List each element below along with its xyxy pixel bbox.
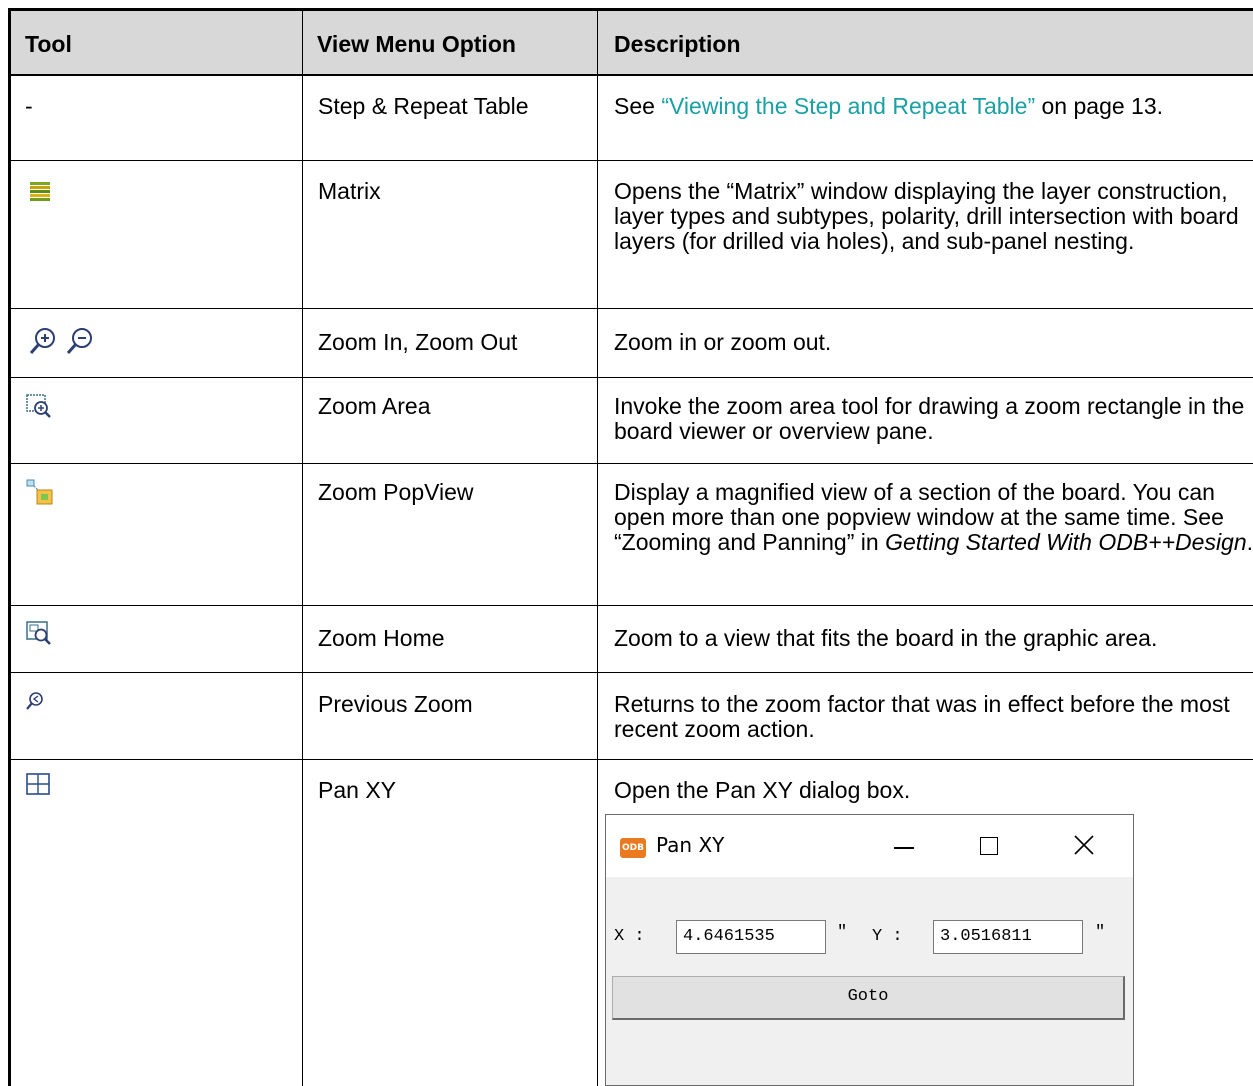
- option-zoom-popview: Zoom PopView: [318, 479, 474, 505]
- y-field[interactable]: 3.0516811: [933, 920, 1083, 954]
- option-zoom-home: Zoom Home: [318, 625, 445, 651]
- table-header: Tool View Menu Option Description: [8, 8, 1253, 74]
- row-divider: [8, 605, 1253, 606]
- zoom-out-icon: [66, 328, 92, 354]
- y-label: Y :: [872, 927, 903, 946]
- row-divider: [8, 759, 1253, 760]
- table-left-border: [8, 8, 11, 1086]
- y-field-value: 3.0516811: [940, 927, 1032, 946]
- zoom-home-icon: [24, 619, 52, 652]
- desc-prefix: See: [614, 93, 662, 119]
- goto-button[interactable]: Goto: [612, 976, 1125, 1020]
- x-label: X :: [614, 927, 645, 946]
- x-unit: ": [837, 923, 848, 942]
- zoom-in-icon: [29, 328, 55, 354]
- odb-logo-icon: ODB: [620, 838, 646, 858]
- x-field-value: 4.6461535: [683, 927, 775, 946]
- zoom-popview-icon: [25, 478, 55, 513]
- dialog-title: Pan XY: [656, 833, 725, 857]
- table-row-tool-dash: -: [25, 93, 33, 119]
- header-bottom-border: [8, 74, 1253, 76]
- header-tool: Tool: [25, 31, 72, 57]
- header-view-menu-option: View Menu Option: [317, 31, 516, 57]
- option-step-repeat-table: Step & Repeat Table: [318, 93, 529, 119]
- description-previous-zoom: Returns to the zoom factor that was in e…: [614, 691, 1230, 742]
- pan-xy-dialog: ODB Pan XY X : 4.6461535 " Y : 3.0516811…: [605, 814, 1134, 1086]
- row-divider: [8, 160, 1253, 161]
- option-zoom-area: Zoom Area: [318, 393, 431, 419]
- minimize-icon[interactable]: [894, 847, 914, 849]
- row-divider: [8, 377, 1253, 378]
- description-pan-xy: Open the Pan XY dialog box.: [614, 777, 911, 803]
- description-zoom-in-zoom-out: Zoom in or zoom out.: [614, 329, 832, 355]
- description-matrix: Opens the “Matrix” window displaying the…: [614, 178, 1239, 254]
- description-zoom-area: Invoke the zoom area tool for drawing a …: [614, 393, 1245, 444]
- option-zoom-in-zoom-out: Zoom In, Zoom Out: [318, 329, 518, 355]
- row-divider: [8, 308, 1253, 309]
- desc-italic: Getting Started With ODB++Design: [885, 529, 1247, 555]
- description-zoom-popview: Display a magnified view of a section of…: [614, 480, 1253, 555]
- y-unit: ": [1095, 923, 1106, 942]
- x-field[interactable]: 4.6461535: [676, 920, 826, 954]
- zoom-area-icon: [24, 392, 52, 425]
- row-divider: [8, 672, 1253, 673]
- description-zoom-home: Zoom to a view that fits the board in th…: [614, 625, 1158, 651]
- option-pan-xy: Pan XY: [318, 777, 396, 803]
- column-divider-1: [302, 8, 303, 1086]
- option-matrix: Matrix: [318, 178, 381, 204]
- pan-xy-icon: [24, 771, 52, 804]
- row-divider: [8, 463, 1253, 464]
- close-icon[interactable]: [1072, 833, 1096, 862]
- desc-suffix: .: [1246, 529, 1253, 555]
- dialog-titlebar: ODB Pan XY: [606, 815, 1133, 877]
- matrix-icon: [26, 178, 54, 211]
- column-divider-2: [597, 8, 598, 1086]
- description-step-repeat-table: See “Viewing the Step and Repeat Table” …: [614, 94, 1253, 119]
- desc-suffix: on page 13.: [1035, 93, 1164, 119]
- previous-zoom-icon: [24, 690, 46, 717]
- goto-button-label: Goto: [847, 987, 889, 1006]
- option-previous-zoom: Previous Zoom: [318, 691, 473, 717]
- link-viewing-step-repeat-table[interactable]: “Viewing the Step and Repeat Table”: [661, 93, 1035, 119]
- maximize-icon[interactable]: [980, 837, 998, 855]
- header-description: Description: [614, 31, 741, 57]
- zoom-in-zoom-out-icons: [26, 326, 104, 363]
